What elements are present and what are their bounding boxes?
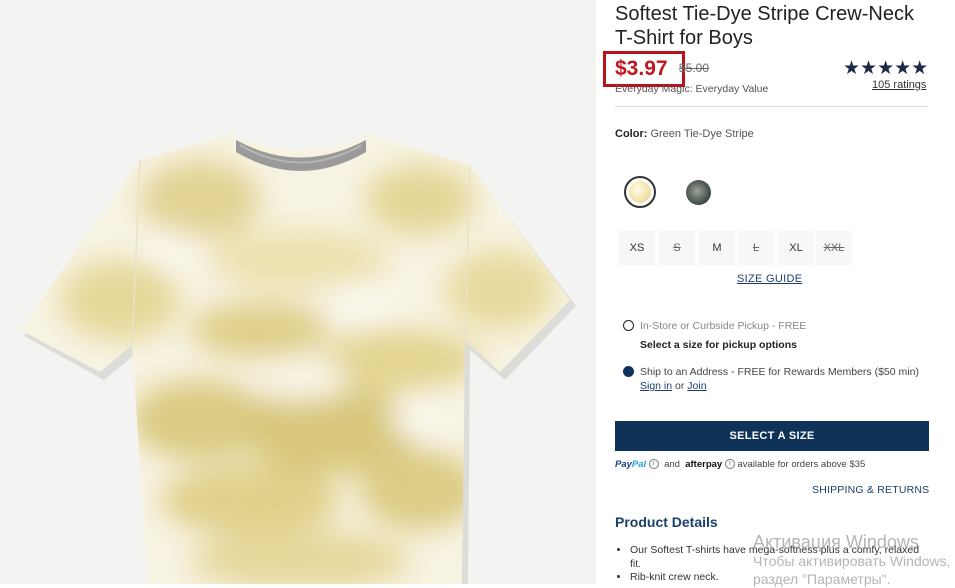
and-text: and [664,459,680,470]
ratings-link[interactable]: 105 ratings [872,79,926,91]
paypal-logo-pay: Pay [615,459,632,470]
original-price: $5.00 [679,61,710,75]
swatch-fill [629,181,651,203]
swatch-dark-tie-dye[interactable] [686,180,711,205]
pickup-sublabel: Select a size for pickup options [640,339,797,351]
size-xxl[interactable]: XXL [816,231,852,265]
color-value: Green Tie-Dye Stripe [650,128,754,140]
sign-in-link[interactable]: Sign in [640,380,672,392]
tshirt-image [0,0,596,584]
paypal-logo: PayPal [615,459,646,470]
swatch-green-tie-dye[interactable] [624,176,656,208]
afterpay-info-icon[interactable]: i [724,459,735,470]
watermark-line-2: Чтобы активировать Windows, [753,553,951,569]
color-label-key: Color: [615,128,648,140]
divider [615,106,928,107]
paypal-info-icon[interactable]: i [648,459,659,470]
shipping-returns-link[interactable]: SHIPPING & RETURNS [812,484,929,496]
ship-label: Ship to an Address - FREE for Rewards Me… [640,365,930,393]
star-rating-icon: ★★★★★ [843,58,929,79]
pickup-label: In-Store or Curbside Pickup - FREE [640,320,807,332]
pickup-radio[interactable] [623,320,634,331]
windows-activation-watermark: Активация Windows Чтобы активировать Win… [753,532,955,588]
ship-label-text: Ship to an Address - FREE for Rewards Me… [640,366,919,378]
product-details-heading[interactable]: Product Details [615,514,718,530]
size-xs[interactable]: XS [619,231,655,265]
product-image[interactable] [0,0,596,584]
select-size-button[interactable]: SELECT A SIZE [615,421,929,451]
product-title: Softest Tie-Dye Stripe Crew-Neck T-Shirt… [615,3,914,49]
size-s[interactable]: S [659,231,695,265]
payment-options: PayPal i and afterpay i available for or… [615,459,865,470]
watermark-line-1: Активация Windows [753,532,919,552]
watermark-line-3: раздел "Параметры". [753,571,891,587]
size-l[interactable]: L [738,231,774,265]
size-guide-link[interactable]: SIZE GUIDE [737,273,802,285]
paypal-logo-pal: Pal [631,459,647,470]
payment-availability-text: available for orders above $35 [737,459,866,470]
price-note: Everyday Magic: Everyday Value [615,83,769,95]
or-text: or [675,380,685,392]
color-label: Color: Green Tie-Dye Stripe [615,128,754,140]
ship-radio[interactable] [623,366,634,377]
size-m[interactable]: M [699,231,735,265]
join-link[interactable]: Join [687,380,706,392]
afterpay-logo: afterpay [685,459,723,470]
size-xl[interactable]: XL [778,231,814,265]
current-price: $3.97 [615,57,668,80]
